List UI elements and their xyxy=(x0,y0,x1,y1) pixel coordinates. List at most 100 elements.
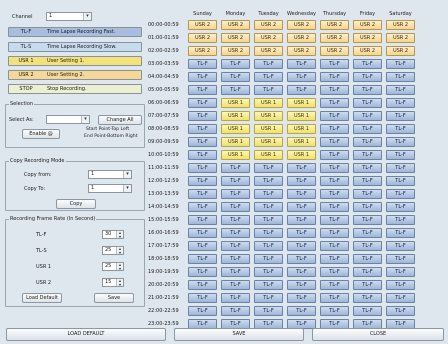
copy-button[interactable]: Copy xyxy=(56,199,96,209)
schedule-cell[interactable]: USR 1 xyxy=(254,111,283,121)
schedule-cell[interactable]: TL-F xyxy=(320,98,349,108)
schedule-cell[interactable]: TL-F xyxy=(287,176,316,186)
schedule-cell[interactable]: TL-F xyxy=(386,85,415,95)
schedule-cell[interactable]: TL-F xyxy=(386,72,415,82)
schedule-cell[interactable]: TL-F xyxy=(320,85,349,95)
schedule-cell[interactable]: USR 2 xyxy=(254,46,283,56)
schedule-cell[interactable]: USR 2 xyxy=(386,46,415,56)
save-button[interactable]: SAVE xyxy=(174,328,304,341)
schedule-cell[interactable]: TL-F xyxy=(221,215,250,225)
schedule-cell[interactable]: TL-F xyxy=(254,163,283,173)
schedule-cell[interactable]: TL-F xyxy=(287,228,316,238)
change-all-button[interactable]: Change All xyxy=(98,115,142,125)
schedule-cell[interactable]: TL-F xyxy=(287,215,316,225)
schedule-cell[interactable]: TL-F xyxy=(320,163,349,173)
schedule-cell[interactable]: USR 2 xyxy=(287,33,316,43)
schedule-cell[interactable]: TL-F xyxy=(320,241,349,251)
schedule-cell[interactable]: USR 1 xyxy=(287,137,316,147)
schedule-cell[interactable]: USR 1 xyxy=(254,150,283,160)
schedule-cell[interactable]: TL-F xyxy=(353,72,382,82)
schedule-cell[interactable]: TL-F xyxy=(287,85,316,95)
close-button[interactable]: CLOSE xyxy=(312,328,444,341)
schedule-cell[interactable]: USR 2 xyxy=(188,46,217,56)
schedule-cell[interactable]: TL-F xyxy=(287,163,316,173)
schedule-cell[interactable]: TL-F xyxy=(254,72,283,82)
schedule-cell[interactable]: TL-F xyxy=(320,280,349,290)
schedule-cell[interactable]: TL-F xyxy=(353,124,382,134)
schedule-cell[interactable]: USR 2 xyxy=(254,20,283,30)
schedule-cell[interactable]: TL-F xyxy=(353,59,382,69)
schedule-cell[interactable]: TL-F xyxy=(221,72,250,82)
schedule-cell[interactable]: TL-F xyxy=(320,59,349,69)
schedule-cell[interactable]: TL-F xyxy=(188,163,217,173)
enable-button[interactable]: Enable @ xyxy=(22,129,60,139)
channel-select[interactable]: 1 ▾ xyxy=(46,12,92,21)
schedule-cell[interactable]: TL-F xyxy=(320,189,349,199)
schedule-cell[interactable]: TL-F xyxy=(353,137,382,147)
schedule-cell[interactable]: TL-F xyxy=(353,150,382,160)
schedule-cell[interactable]: TL-F xyxy=(221,254,250,264)
schedule-cell[interactable]: TL-F xyxy=(221,85,250,95)
load-default-button[interactable]: LOAD DEFAULT xyxy=(6,328,166,341)
schedule-cell[interactable]: TL-F xyxy=(188,98,217,108)
schedule-cell[interactable]: TL-F xyxy=(221,202,250,212)
schedule-cell[interactable]: TL-F xyxy=(287,59,316,69)
spinner-arrows-icon[interactable]: ▴ ▾ xyxy=(116,247,123,254)
schedule-cell[interactable]: TL-F xyxy=(188,306,217,316)
schedule-cell[interactable]: TL-F xyxy=(254,85,283,95)
schedule-cell[interactable]: TL-F xyxy=(386,150,415,160)
schedule-cell[interactable]: TL-F xyxy=(386,241,415,251)
schedule-cell[interactable]: USR 2 xyxy=(386,20,415,30)
schedule-cell[interactable]: TL-F xyxy=(386,189,415,199)
schedule-cell[interactable]: TL-F xyxy=(320,72,349,82)
schedule-cell[interactable]: TL-F xyxy=(287,293,316,303)
frame-rate-spinner[interactable]: 30 ▴ ▾ xyxy=(102,230,124,239)
schedule-cell[interactable]: TL-F xyxy=(188,124,217,134)
spinner-arrows-icon[interactable]: ▴ ▾ xyxy=(116,263,123,270)
schedule-cell[interactable]: TL-F xyxy=(188,59,217,69)
schedule-cell[interactable]: USR 2 xyxy=(221,20,250,30)
schedule-cell[interactable]: TL-F xyxy=(287,189,316,199)
schedule-cell[interactable]: TL-F xyxy=(386,267,415,277)
schedule-cell[interactable]: USR 2 xyxy=(287,46,316,56)
frame-rate-spinner[interactable]: 25 ▴ ▾ xyxy=(102,262,124,271)
schedule-cell[interactable]: USR 2 xyxy=(320,33,349,43)
schedule-cell[interactable]: TL-F xyxy=(353,241,382,251)
schedule-cell[interactable]: TL-F xyxy=(320,306,349,316)
schedule-cell[interactable]: TL-F xyxy=(188,202,217,212)
schedule-cell[interactable]: TL-F xyxy=(386,306,415,316)
schedule-cell[interactable]: TL-F xyxy=(254,202,283,212)
schedule-cell[interactable]: TL-F xyxy=(386,293,415,303)
schedule-cell[interactable]: TL-F xyxy=(221,59,250,69)
schedule-cell[interactable]: TL-F xyxy=(221,267,250,277)
schedule-cell[interactable]: USR 2 xyxy=(353,46,382,56)
schedule-cell[interactable]: TL-F xyxy=(386,59,415,69)
schedule-cell[interactable]: USR 1 xyxy=(221,124,250,134)
legend-item[interactable]: STOP Stop Recording. xyxy=(8,84,142,94)
schedule-cell[interactable]: USR 2 xyxy=(254,33,283,43)
schedule-cell[interactable]: TL-F xyxy=(320,137,349,147)
schedule-cell[interactable]: USR 1 xyxy=(254,124,283,134)
frame-rate-spinner[interactable]: 25 ▴ ▾ xyxy=(102,246,124,255)
schedule-cell[interactable]: TL-F xyxy=(221,228,250,238)
legend-item[interactable]: TL-S Time Lapse Recording Slow. xyxy=(8,42,142,52)
schedule-cell[interactable]: TL-F xyxy=(386,98,415,108)
schedule-cell[interactable]: TL-F xyxy=(221,189,250,199)
schedule-cell[interactable]: TL-F xyxy=(353,163,382,173)
schedule-cell[interactable]: USR 1 xyxy=(221,98,250,108)
schedule-cell[interactable]: USR 1 xyxy=(254,137,283,147)
spinner-arrows-icon[interactable]: ▴ ▾ xyxy=(116,231,123,238)
schedule-cell[interactable]: USR 1 xyxy=(221,137,250,147)
schedule-cell[interactable]: TL-F xyxy=(287,306,316,316)
schedule-cell[interactable]: TL-F xyxy=(320,111,349,121)
schedule-cell[interactable]: TL-F xyxy=(221,306,250,316)
schedule-cell[interactable]: TL-F xyxy=(353,228,382,238)
schedule-cell[interactable]: TL-F xyxy=(320,150,349,160)
schedule-cell[interactable]: TL-F xyxy=(320,228,349,238)
schedule-cell[interactable]: TL-F xyxy=(353,98,382,108)
schedule-cell[interactable]: TL-F xyxy=(287,72,316,82)
schedule-cell[interactable]: USR 1 xyxy=(221,111,250,121)
schedule-cell[interactable]: TL-F xyxy=(188,254,217,264)
schedule-cell[interactable]: TL-F xyxy=(287,202,316,212)
schedule-cell[interactable]: TL-F xyxy=(353,267,382,277)
